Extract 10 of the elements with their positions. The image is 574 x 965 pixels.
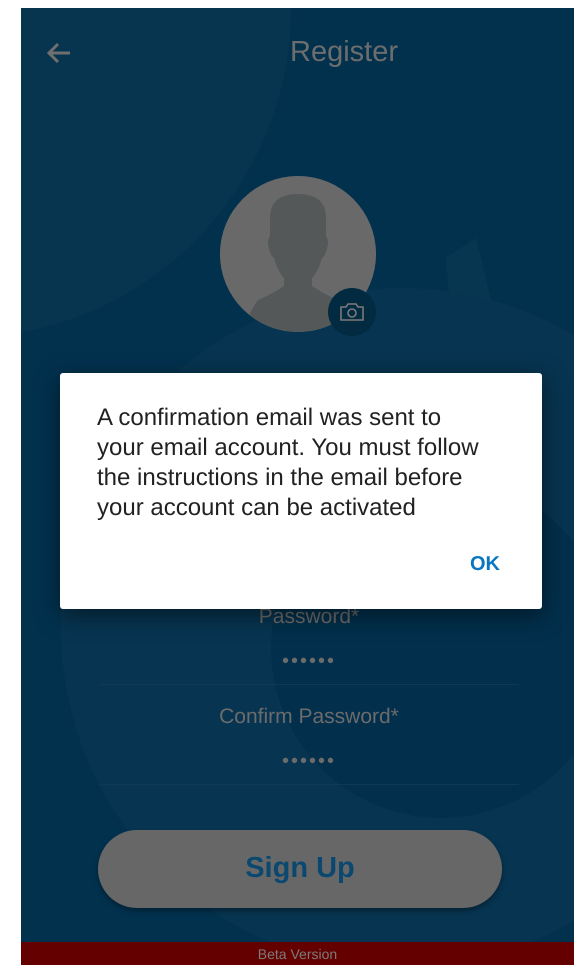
sign-up-button[interactable]: Sign Up: [98, 830, 502, 908]
field-label: Password*: [258, 604, 360, 630]
ok-button[interactable]: OK: [456, 545, 514, 583]
password-field[interactable]: ••••••: [99, 746, 519, 776]
dialog-message: A confirmation email was sent to your email account. You must follow the instructions in the email before your account can be activated: [97, 403, 480, 523]
back-arrow-icon[interactable]: [45, 41, 71, 65]
beta-version-banner: Beta Version: [21, 942, 574, 965]
screen-title: Register: [289, 35, 399, 70]
password-field[interactable]: ••••••: [99, 646, 519, 676]
field-label: Confirm Password*: [219, 704, 399, 730]
